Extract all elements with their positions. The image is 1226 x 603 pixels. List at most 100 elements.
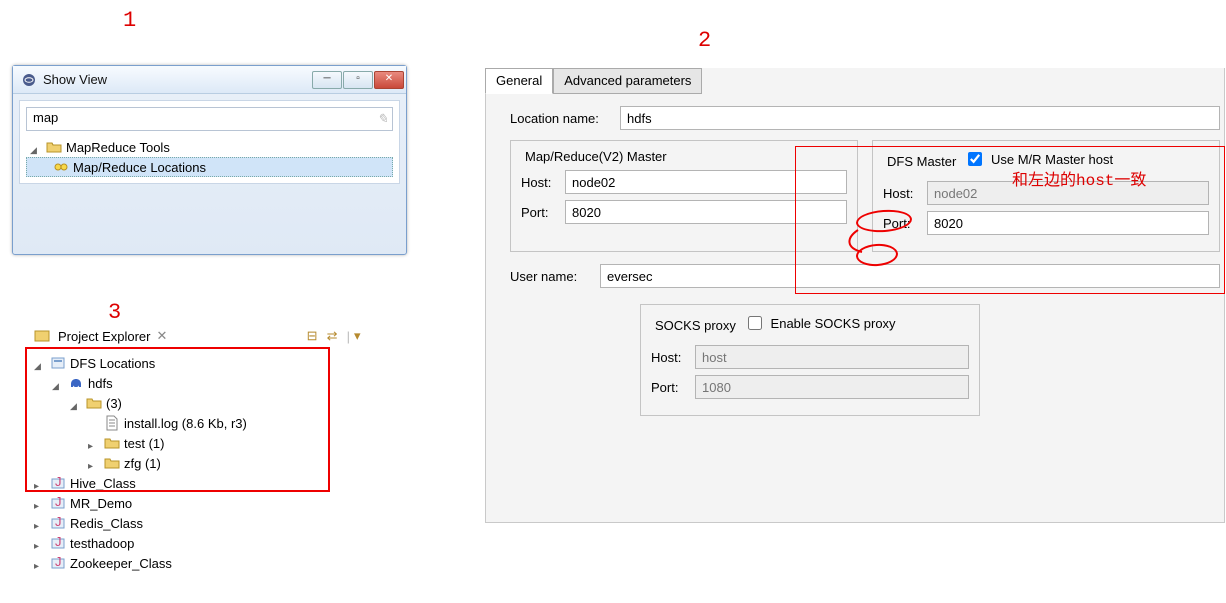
collapse-icon[interactable] <box>52 377 64 389</box>
expand-icon[interactable] <box>88 437 100 449</box>
svg-text:J: J <box>55 475 62 489</box>
tree-category[interactable]: MapReduce Tools <box>26 137 393 157</box>
expand-icon[interactable] <box>88 457 100 469</box>
annotation-text: 和左边的host一致 <box>1012 166 1146 190</box>
expand-icon[interactable] <box>34 477 46 489</box>
link-editor-icon[interactable]: ⇄ <box>327 328 343 344</box>
mr-host-label: Host: <box>521 175 565 190</box>
tree-label: hdfs <box>88 376 113 391</box>
tree-label: test (1) <box>124 436 164 451</box>
folder-closed-icon <box>104 455 120 471</box>
java-project-icon: J <box>50 555 66 571</box>
titlebar[interactable]: Show View ─ ▫ ✕ <box>13 66 406 94</box>
enable-socks-checkbox[interactable] <box>748 316 762 330</box>
tree-folder-zfg[interactable]: zfg (1) <box>30 453 370 473</box>
show-view-window: Show View ─ ▫ ✕ map ✎ MapReduce Tools <box>12 65 407 255</box>
user-name-input[interactable] <box>600 264 1220 288</box>
svg-text:J: J <box>55 555 62 569</box>
mapreduce-master-legend: Map/Reduce(V2) Master <box>521 149 671 164</box>
collapse-icon[interactable] <box>70 397 82 409</box>
socks-proxy-fieldset: SOCKS proxy Enable SOCKS proxy Host: Por… <box>640 304 980 416</box>
tree-project[interactable]: J testhadoop <box>30 533 370 553</box>
java-project-icon: J <box>50 475 66 491</box>
explorer-title: Project Explorer <box>58 329 150 344</box>
tree-hdfs[interactable]: hdfs <box>30 373 370 393</box>
dfs-master-fieldset: DFS Master Use M/R Master host Host: Por… <box>872 140 1220 252</box>
folder-closed-icon <box>104 435 120 451</box>
tree-label: install.log (8.6 Kb, r3) <box>124 416 247 431</box>
location-name-label: Location name: <box>510 111 620 126</box>
location-name-input[interactable] <box>620 106 1220 130</box>
expand-icon[interactable] <box>34 517 46 529</box>
dfs-port-input[interactable] <box>927 211 1209 235</box>
tree-dfs-locations[interactable]: DFS Locations <box>30 353 370 373</box>
expand-icon[interactable] <box>34 537 46 549</box>
tab-general[interactable]: General <box>485 68 553 94</box>
view-menu-icon[interactable]: ▾ <box>354 328 370 344</box>
tree-label: testhadoop <box>70 536 134 551</box>
tree-category-label: MapReduce Tools <box>66 140 170 155</box>
tree-file-install-log[interactable]: install.log (8.6 Kb, r3) <box>30 413 370 433</box>
java-project-icon: J <box>50 495 66 511</box>
filter-field[interactable]: map ✎ <box>26 107 393 131</box>
svg-text:J: J <box>55 495 62 509</box>
tree-label: zfg (1) <box>124 456 161 471</box>
elephant-icon <box>68 375 84 391</box>
tree-project[interactable]: J Redis_Class <box>30 513 370 533</box>
use-mr-master-label: Use M/R Master host <box>991 152 1113 167</box>
tree-project[interactable]: J Hive_Class <box>30 473 370 493</box>
eclipse-icon <box>21 72 37 88</box>
tree-project[interactable]: J MR_Demo <box>30 493 370 513</box>
expand-icon[interactable] <box>34 557 46 569</box>
maximize-button[interactable]: ▫ <box>343 71 373 89</box>
user-name-label: User name: <box>510 269 600 284</box>
tree-folder-3[interactable]: (3) <box>30 393 370 413</box>
close-button[interactable]: ✕ <box>374 71 404 89</box>
collapse-icon[interactable] <box>30 141 42 153</box>
mr-port-label: Port: <box>521 205 565 220</box>
socks-host-label: Host: <box>651 350 695 365</box>
show-view-body: map ✎ MapReduce Tools Map/Reduce Locatio… <box>19 100 400 184</box>
mr-port-input[interactable] <box>565 200 847 224</box>
use-mr-master-checkbox[interactable] <box>968 152 982 166</box>
dfs-host-label: Host: <box>883 186 927 201</box>
tree-label: (3) <box>106 396 122 411</box>
tree-folder-test[interactable]: test (1) <box>30 433 370 453</box>
collapse-all-icon[interactable]: ⊟ <box>307 328 323 344</box>
minimize-button[interactable]: ─ <box>312 71 342 89</box>
tree-project[interactable]: J Zookeeper_Class <box>30 553 370 573</box>
svg-text:J: J <box>55 535 62 549</box>
mapreduce-master-fieldset: Map/Reduce(V2) Master Host: Port: <box>510 140 858 252</box>
clear-icon[interactable]: ✎ <box>377 111 388 127</box>
tree-label: DFS Locations <box>70 356 155 371</box>
filter-value: map <box>33 110 58 125</box>
folder-open-icon <box>86 395 102 411</box>
folder-open-icon <box>46 139 62 155</box>
callout-1: 1 <box>123 8 136 33</box>
view-close-x[interactable]: ✕ <box>156 328 167 344</box>
mapreduce-icon <box>53 159 69 175</box>
toolbar-separator: | <box>347 329 350 344</box>
tree-item-mapreduce-locations[interactable]: Map/Reduce Locations <box>26 157 393 177</box>
project-explorer: Project Explorer ✕ ⊟ ⇄ | ▾ DFS Locations… <box>30 325 370 573</box>
tree-label: Hive_Class <box>70 476 136 491</box>
callout-3: 3 <box>108 300 121 325</box>
dfs-master-legend: DFS Master <box>883 154 960 169</box>
tree-label: Redis_Class <box>70 516 143 531</box>
tree-item-label: Map/Reduce Locations <box>73 160 206 175</box>
dfs-icon <box>50 355 66 371</box>
callout-2: 2 <box>698 28 711 53</box>
socks-port-label: Port: <box>651 380 695 395</box>
dfs-port-label: Port: <box>883 216 927 231</box>
svg-text:J: J <box>55 515 62 529</box>
mr-host-input[interactable] <box>565 170 847 194</box>
window-title: Show View <box>43 72 312 87</box>
socks-legend: SOCKS proxy <box>651 318 740 333</box>
expand-icon[interactable] <box>34 497 46 509</box>
enable-socks-label: Enable SOCKS proxy <box>771 316 896 331</box>
tab-advanced-parameters[interactable]: Advanced parameters <box>553 68 702 94</box>
java-project-icon: J <box>50 535 66 551</box>
socks-port-input <box>695 375 969 399</box>
java-project-icon: J <box>50 515 66 531</box>
collapse-icon[interactable] <box>34 357 46 369</box>
